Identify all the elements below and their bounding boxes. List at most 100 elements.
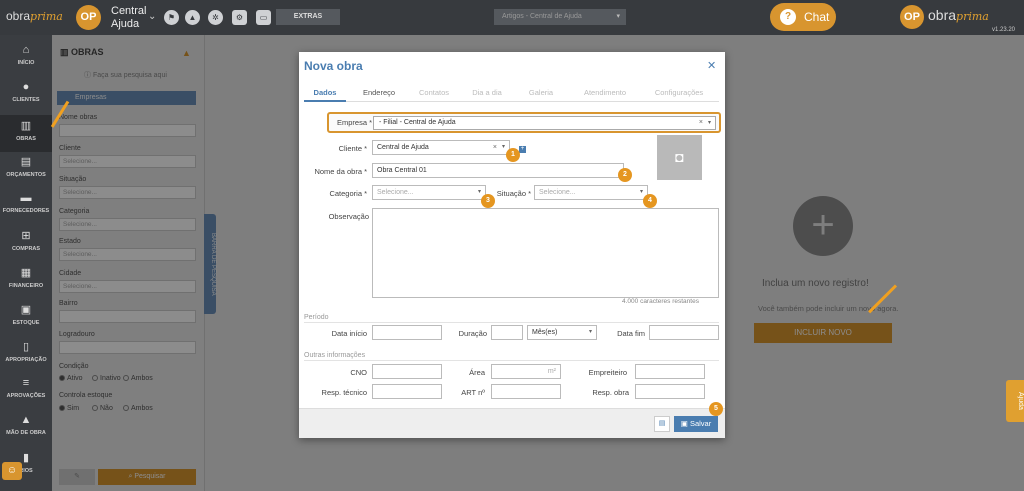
workers-icon: ▲: [20, 414, 32, 426]
cliente-select[interactable]: Central de Ajuda × ▾: [372, 140, 510, 155]
chevron-down-icon[interactable]: ⌄: [148, 11, 156, 22]
empresa-value: - Filial - Central de Ajuda: [379, 119, 456, 126]
gear-icon[interactable]: ✲: [208, 10, 223, 25]
question-icon: ?: [780, 9, 796, 25]
art-input[interactable]: [491, 384, 561, 399]
resp-obra-label: Resp. obra: [592, 388, 629, 397]
categoria-select[interactable]: Selecione... ▾: [372, 185, 486, 200]
home-icon: ⌂: [22, 44, 30, 56]
add-client-icon[interactable]: +: [519, 146, 526, 153]
close-icon[interactable]: ✕: [707, 59, 716, 72]
sidebar-item-label: APROVAÇÕES: [6, 393, 46, 399]
caret-down-icon[interactable]: ▾: [502, 141, 505, 154]
cart-icon: ⊞: [21, 230, 31, 242]
modal-footer: ▤ ▣ Salvar: [299, 408, 725, 438]
tab-configura-es[interactable]: Configurações: [644, 84, 714, 102]
empresa-row: Empresa * - Filial - Central de Ajuda × ▾: [327, 112, 721, 133]
caret-down-icon[interactable]: ▾: [589, 326, 592, 339]
sidebar-item-apropria-o[interactable]: ▯ APROPRIAÇÃO: [0, 336, 52, 373]
sidebar-item-label: APROPRIAÇÃO: [5, 357, 47, 363]
sidebar-item-clientes[interactable]: ● CLIENTES: [0, 77, 52, 114]
user-icon: ●: [22, 81, 30, 93]
save-button[interactable]: ▣ Salvar: [674, 416, 718, 432]
step-badge: 1: [506, 148, 520, 162]
situacao-label: Situação *: [496, 189, 531, 198]
document-icon[interactable]: ▤: [654, 416, 670, 432]
help-article-value: Artigos - Central de Ajuda: [502, 13, 582, 20]
chat-float-icon[interactable]: ☺: [2, 462, 22, 480]
tab-contatos[interactable]: Contatos: [410, 84, 458, 102]
chat-button[interactable]: ? Chat: [770, 3, 836, 31]
brand-logo: obraprima: [928, 7, 989, 23]
truck-icon: ▬: [20, 192, 32, 204]
duracao-label: Duração: [458, 329, 487, 338]
sidebar-item-compras[interactable]: ⊞ COMPRAS: [0, 225, 52, 262]
categoria-label: Categoria *: [329, 189, 367, 198]
categoria-value: Selecione...: [377, 189, 414, 196]
caret-down-icon[interactable]: ▾: [640, 186, 643, 199]
periodo-section: Período: [304, 314, 329, 321]
tab-dia-a-dia[interactable]: Dia a dia: [464, 84, 510, 102]
data-inicio-label: Data início: [331, 329, 367, 338]
sidebar-item-in-cio[interactable]: ⌂ INÍCIO: [0, 40, 52, 77]
sidebar-item-estoque[interactable]: ▣ ESTOQUE: [0, 299, 52, 336]
empresa-select[interactable]: - Filial - Central de Ajuda × ▾: [373, 116, 716, 130]
tab-atendimento[interactable]: Atendimento: [574, 84, 636, 102]
empreiteiro-label: Empreiteiro: [588, 368, 627, 377]
tab-galeria[interactable]: Galeria: [522, 84, 560, 102]
tab-endere-o[interactable]: Endereço: [354, 84, 404, 102]
sidebar-item-m-o-de-obra[interactable]: ▲ MÃO DE OBRA: [0, 410, 52, 447]
empresa-label: Empresa *: [337, 118, 373, 127]
sidebar-item-label: INÍCIO: [17, 60, 35, 66]
graduation-cap-icon[interactable]: ▲: [185, 10, 200, 25]
help-tab[interactable]: Ajuda: [1006, 380, 1024, 422]
clear-icon[interactable]: ×: [699, 117, 703, 129]
situacao-select[interactable]: Selecione... ▾: [534, 185, 648, 200]
caret-down-icon: ▾: [616, 13, 620, 20]
duracao-unit-select[interactable]: Mês(es) ▾: [527, 325, 597, 340]
flag-icon[interactable]: ⚑: [164, 10, 179, 25]
observacao-label: Observação: [328, 212, 369, 221]
sidebar-item-or-amentos[interactable]: ▤ ORÇAMENTOS: [0, 151, 52, 188]
sidebar-item-label: FORNECEDORES: [2, 208, 50, 214]
area-label: Área: [469, 368, 485, 377]
help-article-select[interactable]: Artigos - Central de Ajuda ▾: [494, 9, 626, 25]
cno-input[interactable]: [372, 364, 442, 379]
resp-tecnico-input[interactable]: [372, 384, 442, 399]
app-logo[interactable]: obraprima: [6, 9, 63, 23]
cno-label: CNO: [350, 368, 367, 377]
building-icon: ▥: [20, 120, 32, 132]
observacao-textarea[interactable]: [372, 208, 719, 298]
extras-button[interactable]: EXTRAS: [276, 9, 340, 25]
camera-add-icon[interactable]: ◘: [657, 135, 702, 180]
new-obra-modal: Nova obra ✕ Dados Endereço Contatos Dia a d…: [299, 52, 725, 438]
data-fim-input[interactable]: [649, 325, 719, 340]
resp-tecnico-label: Resp. técnico: [321, 388, 367, 397]
sidebar-item-fornecedores[interactable]: ▬ FORNECEDORES: [0, 188, 52, 225]
area-input[interactable]: m²: [491, 364, 561, 379]
situacao-value: Selecione...: [539, 189, 576, 196]
data-inicio-input[interactable]: [372, 325, 442, 340]
divider: [304, 360, 719, 361]
sidebar-item-label: MÃO DE OBRA: [6, 430, 46, 436]
top-bar: obraprima OP Central Ajuda ⌄ ⚑ ▲ ✲ ⚙ ▭ E…: [0, 0, 1024, 35]
company-logo-icon: OP: [76, 5, 101, 30]
empreiteiro-input[interactable]: [635, 364, 705, 379]
main-sidebar: ⌂ INÍCIO ● CLIENTES ▥ OBRAS ▤ ORÇAMENTOS ▬ FORNEC…: [0, 35, 52, 491]
company-name[interactable]: Central Ajuda: [111, 5, 151, 31]
divider: [304, 322, 719, 323]
clear-icon[interactable]: ×: [493, 141, 497, 154]
sidebar-item-label: FINANCEIRO: [8, 283, 44, 289]
resp-obra-input[interactable]: [635, 384, 705, 399]
sidebar-item-obras[interactable]: ▥ OBRAS: [0, 115, 52, 152]
sidebar-item-aprova-es[interactable]: ≡ APROVAÇÕES: [0, 373, 52, 410]
duracao-unit-value: Mês(es): [532, 329, 558, 336]
duracao-input[interactable]: [491, 325, 523, 340]
tab-dados[interactable]: Dados: [304, 84, 346, 102]
settings-icon[interactable]: ⚙: [232, 10, 247, 25]
caret-down-icon[interactable]: ▾: [478, 186, 481, 199]
nome-obra-input[interactable]: Obra Central 01: [372, 163, 624, 178]
caret-down-icon[interactable]: ▾: [708, 117, 711, 129]
monitor-icon[interactable]: ▭: [256, 10, 271, 25]
sidebar-item-financeiro[interactable]: ▦ FINANCEIRO: [0, 262, 52, 299]
